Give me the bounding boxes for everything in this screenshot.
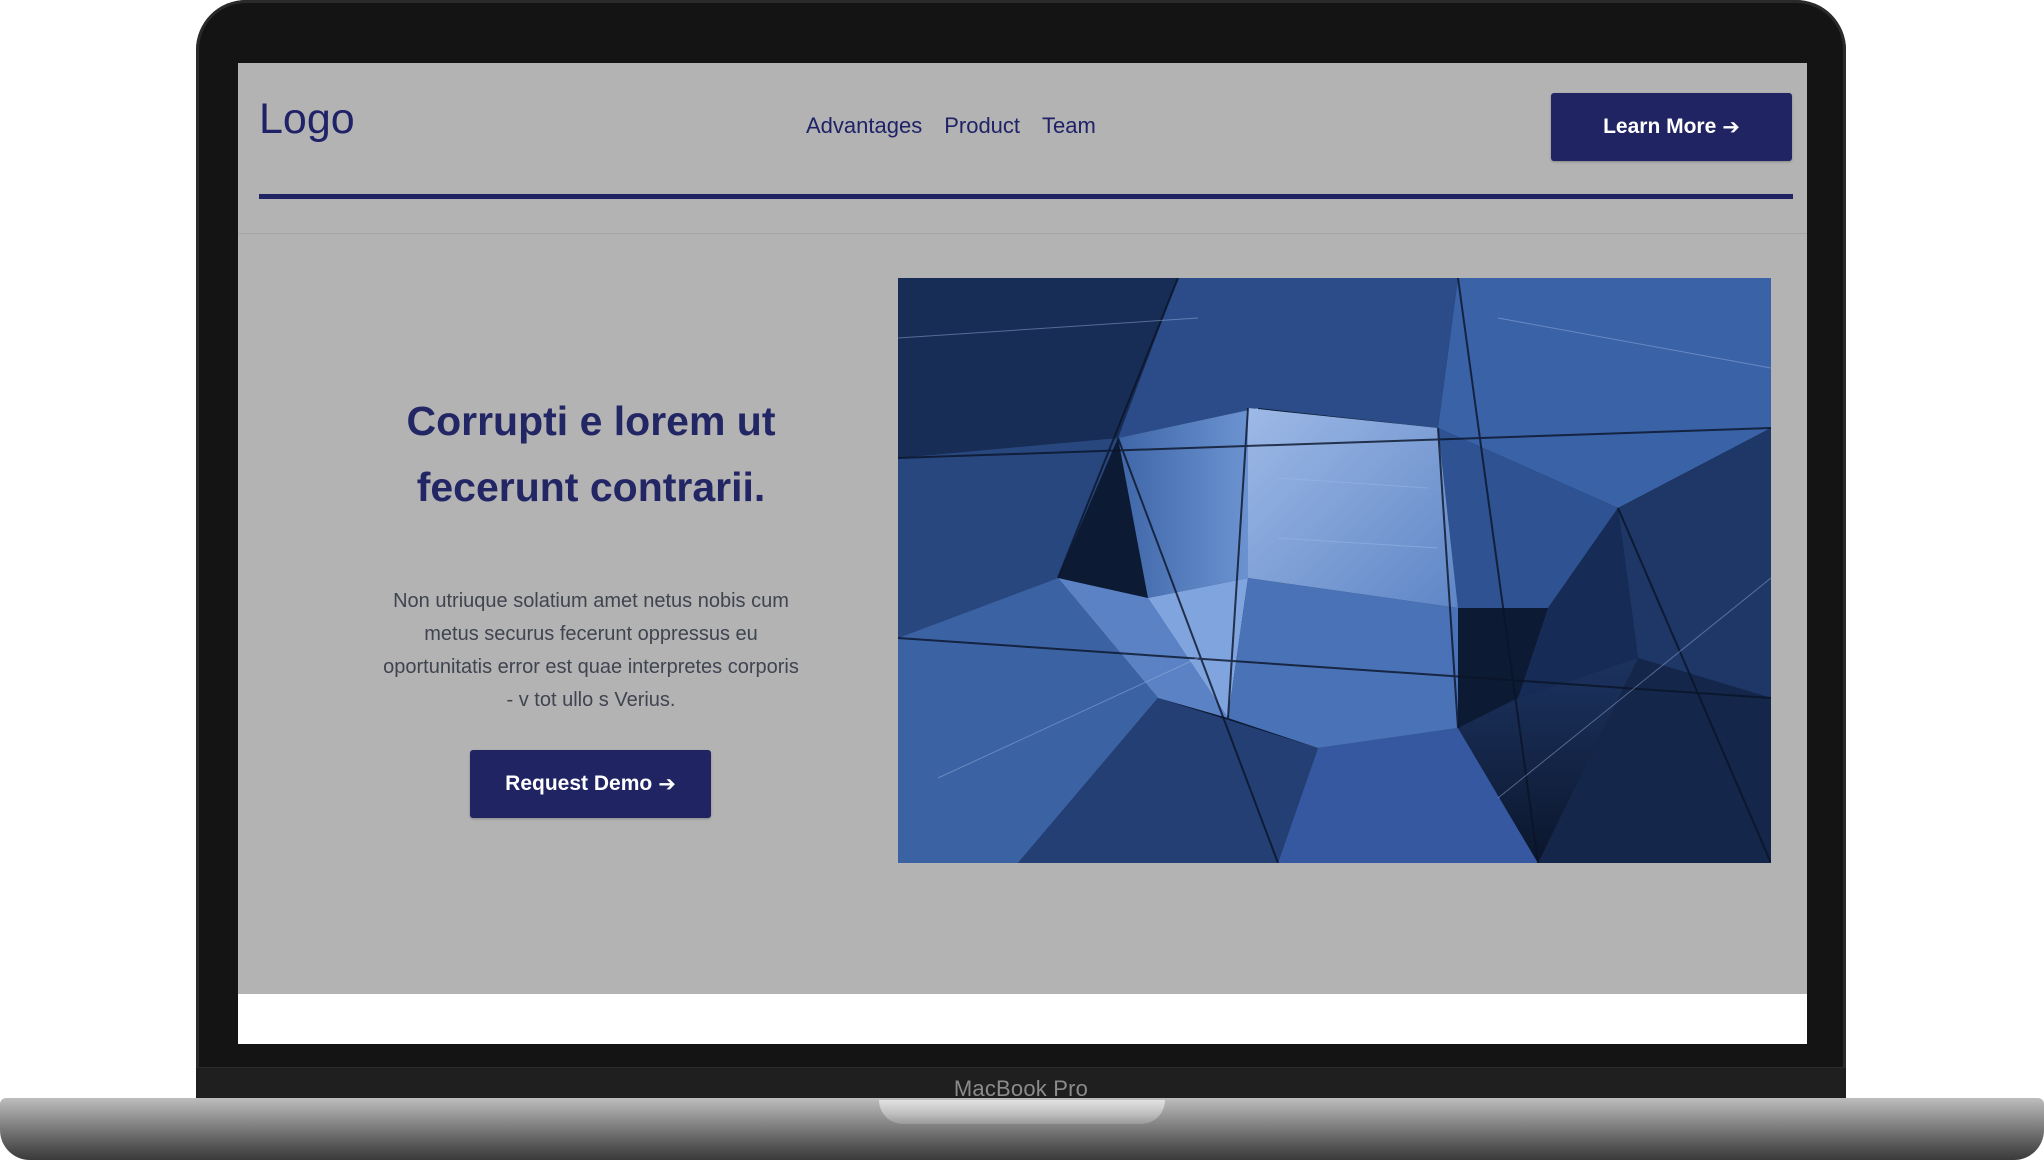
- site-logo[interactable]: Logo: [259, 95, 355, 144]
- hero-architecture-image: [898, 278, 1771, 863]
- hero-body-text: Non utriuque solatium amet netus nobis c…: [383, 590, 799, 711]
- hero-headline: Corrupti e lorem ut fecerunt contrarii.: [406, 398, 776, 510]
- section-divider: [238, 233, 1807, 234]
- request-demo-label: Request Demo: [505, 772, 653, 795]
- laptop-notch: [879, 1100, 1165, 1124]
- page-bottom-strip: [238, 994, 1807, 1044]
- main-nav: Advantages Product Team: [806, 113, 1096, 139]
- nav-link-product[interactable]: Product: [944, 113, 1020, 139]
- laptop-screen: Logo Advantages Product Team Learn More …: [238, 63, 1807, 1044]
- nav-link-advantages[interactable]: Advantages: [806, 113, 922, 139]
- learn-more-button[interactable]: Learn More ➔: [1551, 93, 1792, 161]
- arrow-right-icon: ➔: [658, 772, 676, 796]
- laptop-lid: Logo Advantages Product Team Learn More …: [196, 0, 1846, 1110]
- header-divider: [259, 194, 1793, 199]
- learn-more-label: Learn More: [1603, 115, 1717, 138]
- arrow-right-icon: ➔: [1722, 115, 1740, 139]
- website-page: Logo Advantages Product Team Learn More …: [238, 63, 1807, 994]
- request-demo-button[interactable]: Request Demo ➔: [470, 750, 711, 818]
- nav-link-team[interactable]: Team: [1042, 113, 1096, 139]
